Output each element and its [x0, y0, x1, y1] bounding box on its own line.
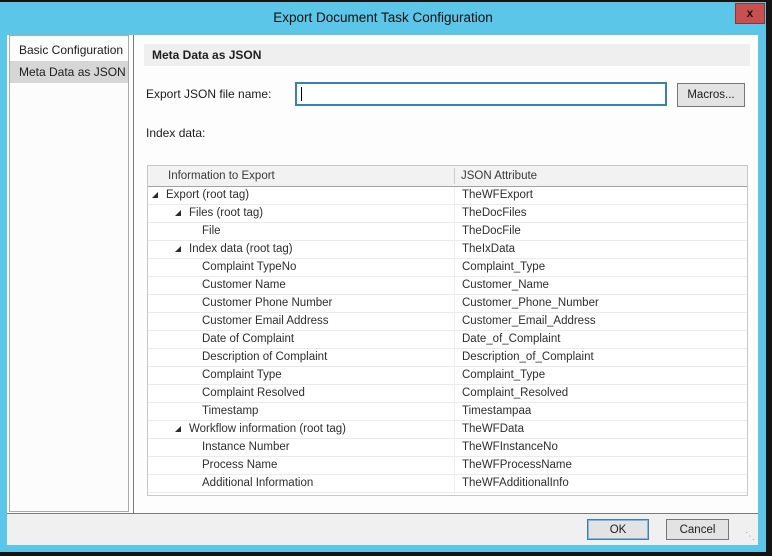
sidebar-item-basic-configuration[interactable]: Basic Configuration [10, 39, 128, 61]
cell-information-to-export: Customer Phone Number [202, 297, 333, 309]
sidebar-main-divider [133, 35, 134, 513]
cell-information-to-export: Timestamp [202, 405, 259, 417]
cell-information-to-export: Index data (root tag) [189, 243, 293, 255]
column-divider[interactable] [454, 168, 455, 184]
resize-grip-icon[interactable]: ⋱ [745, 532, 755, 542]
cell-json-attribute: Timestampaa [454, 403, 531, 420]
tree-expander-icon[interactable] [152, 192, 158, 198]
table-row[interactable]: Process Name TheWFProcessName [148, 457, 747, 475]
cell-json-attribute: TheWFInstanceNo [454, 439, 558, 456]
cell-information-to-export: File [202, 225, 221, 237]
cell-json-attribute: Complaint_Type [454, 367, 545, 384]
index-data-table: Information to Export JSON Attribute Exp… [147, 165, 748, 496]
cell-information-to-export: Instance Number [202, 441, 290, 453]
table-row[interactable]: Additional Information TheWFAdditionalInf… [148, 475, 747, 493]
background-top-strip [0, 0, 772, 2]
column-header-json-attribute[interactable]: JSON Attribute [461, 166, 537, 186]
dialog-title: Export Document Task Configuration [273, 10, 493, 25]
table-body: Export (root tag) TheWFExport Files (root … [148, 187, 747, 493]
cell-information-to-export: Date of Complaint [202, 333, 295, 345]
export-task-dialog: Export Document Task Configuration x Bas… [0, 2, 766, 552]
cell-information-to-export: Process Name [202, 459, 278, 471]
titlebar[interactable]: Export Document Task Configuration [0, 2, 766, 35]
export-json-file-name-wrap [295, 82, 667, 106]
config-section-list: Basic Configuration Meta Data as JSON [9, 35, 129, 512]
cell-json-attribute: Description_of_Complaint [454, 349, 594, 366]
cell-json-attribute: TheDocFiles [454, 205, 527, 222]
table-row[interactable]: Index data (root tag) TheIxData [148, 241, 747, 259]
cell-json-attribute: Customer_Phone_Number [454, 295, 599, 312]
cell-information-to-export: Description of Complaint [202, 351, 328, 363]
table-row[interactable]: Instance Number TheWFInstanceNo [148, 439, 747, 457]
column-header-information-to-export[interactable]: Information to Export [168, 166, 275, 186]
cell-information-to-export: Export (root tag) [166, 189, 250, 201]
cell-information-to-export: Customer Email Address [202, 315, 329, 327]
cell-information-to-export: Additional Information [202, 477, 314, 489]
section-header: Meta Data as JSON [144, 44, 750, 66]
table-row[interactable]: Complaint TypeNo Complaint_Type [148, 259, 747, 277]
cell-information-to-export: Complaint Resolved [202, 387, 305, 399]
cell-json-attribute: TheWFExport [454, 187, 533, 204]
table-header: Information to Export JSON Attribute [148, 166, 747, 187]
cell-json-attribute: TheWFData [454, 421, 524, 438]
cell-json-attribute: Customer_Email_Address [454, 313, 596, 330]
tree-expander-icon[interactable] [175, 246, 181, 252]
tree-expander-icon[interactable] [175, 210, 181, 216]
cell-information-to-export: Files (root tag) [189, 207, 264, 219]
background-right-strip [766, 0, 772, 556]
cell-json-attribute: TheWFProcessName [454, 457, 572, 474]
export-json-file-name-input[interactable] [295, 82, 667, 106]
table-row[interactable]: Files (root tag) TheDocFiles [148, 205, 747, 223]
close-button[interactable]: x [735, 3, 765, 24]
table-row[interactable]: Timestamp Timestampaa [148, 403, 747, 421]
cell-information-to-export: Complaint Type [202, 369, 282, 381]
text-caret [301, 87, 302, 101]
cell-information-to-export: Workflow information (root tag) [189, 423, 347, 435]
table-row[interactable]: Date of Complaint Date_of_Complaint [148, 331, 747, 349]
macros-button[interactable]: Macros... [677, 83, 745, 107]
ok-button[interactable]: OK [587, 519, 649, 540]
cell-information-to-export: Complaint TypeNo [202, 261, 297, 273]
table-row[interactable]: Description of Complaint Description_of_C… [148, 349, 747, 367]
close-icon: x [746, 6, 754, 20]
background-bottom-strip [0, 552, 772, 556]
cell-information-to-export: Customer Name [202, 279, 286, 291]
table-row[interactable]: Complaint Type Complaint_Type [148, 367, 747, 385]
table-row[interactable]: File TheDocFile [148, 223, 747, 241]
table-row[interactable]: Complaint Resolved Complaint_Resolved [148, 385, 747, 403]
table-row[interactable]: Export (root tag) TheWFExport [148, 187, 747, 205]
cell-json-attribute: TheDocFile [454, 223, 521, 240]
index-data-label: Index data: [146, 126, 206, 140]
cell-json-attribute: Date_of_Complaint [454, 331, 560, 348]
table-row[interactable]: Workflow information (root tag) TheWFData [148, 421, 747, 439]
cancel-button[interactable]: Cancel [666, 519, 729, 540]
cell-json-attribute: TheIxData [454, 241, 515, 258]
cell-json-attribute: Complaint_Resolved [454, 385, 568, 402]
cell-json-attribute: Complaint_Type [454, 259, 545, 276]
screen: Export Document Task Configuration x Bas… [0, 0, 772, 556]
table-row[interactable]: Customer Email Address Customer_Email_Add… [148, 313, 747, 331]
table-row[interactable]: Customer Phone Number Customer_Phone_Numb… [148, 295, 747, 313]
sidebar-item-meta-data-as-json[interactable]: Meta Data as JSON [10, 61, 128, 83]
table-row[interactable]: Customer Name Customer_Name [148, 277, 747, 295]
cell-json-attribute: Customer_Name [454, 277, 549, 294]
tree-expander-icon[interactable] [175, 426, 181, 432]
cell-json-attribute: TheWFAdditionalInfo [454, 475, 569, 492]
export-json-file-name-label: Export JSON file name: [146, 87, 272, 101]
